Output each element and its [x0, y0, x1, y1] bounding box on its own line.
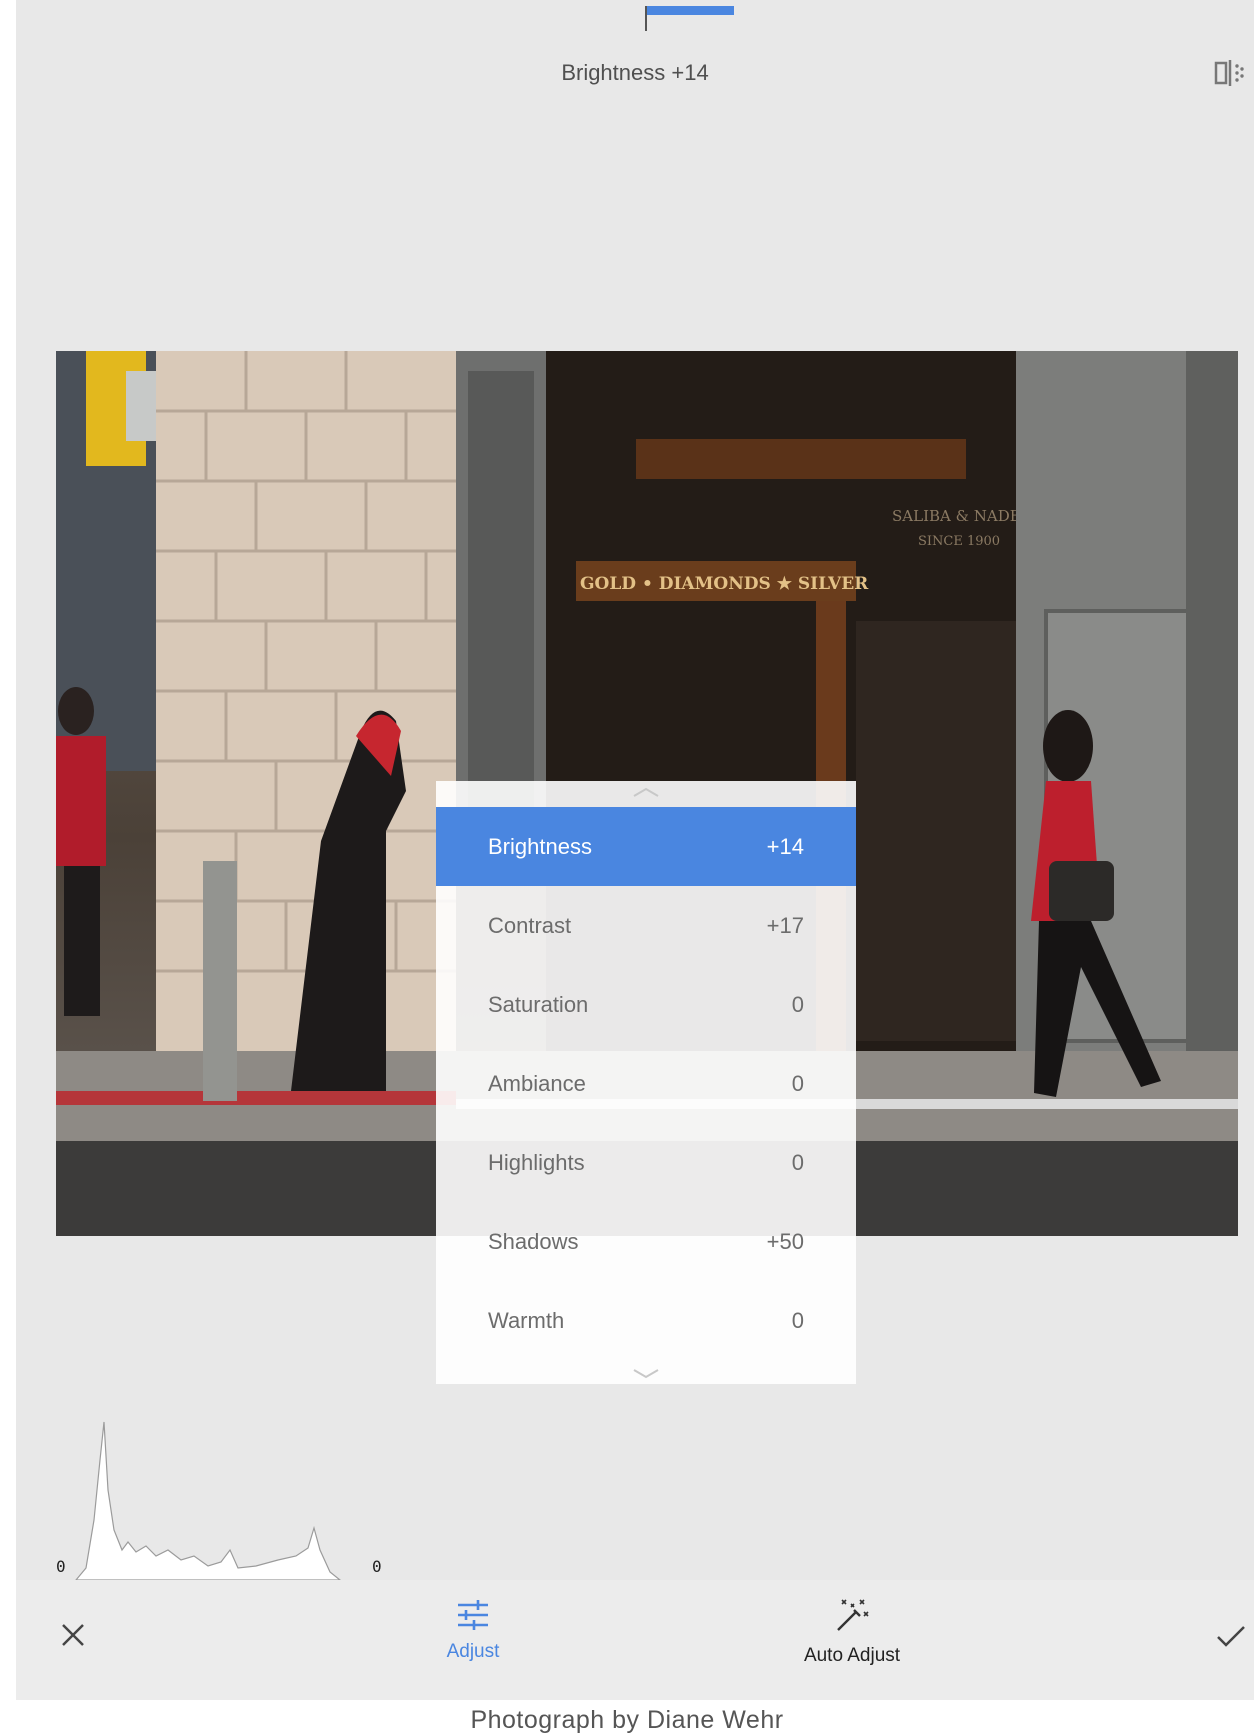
- slider-tick: [645, 6, 647, 31]
- adjust-label: Adjust: [446, 1641, 500, 1662]
- adjustment-title: Brightness +14: [561, 60, 709, 85]
- scroll-up-chevron-icon[interactable]: [436, 781, 856, 803]
- close-icon: [62, 1624, 84, 1646]
- store-name-text: SALIBA & NADER: [892, 507, 1033, 525]
- menu-item-label: Contrast: [488, 912, 572, 938]
- bottom-toolbar: Adjust Auto Adjust: [16, 1580, 1254, 1700]
- auto-adjust-button[interactable]: Auto Adjust: [782, 1598, 922, 1667]
- menu-item-warmth[interactable]: Warmth 0: [436, 1281, 856, 1360]
- histogram-curve: [74, 1421, 342, 1581]
- menu-item-value: 0: [791, 1149, 804, 1175]
- menu-item-label: Brightness: [488, 833, 592, 859]
- sliders-icon: [458, 1600, 488, 1630]
- histogram: 0 0: [16, 1400, 1254, 1581]
- adjust-tool-button[interactable]: Adjust: [418, 1600, 528, 1663]
- menu-item-label: Ambiance: [488, 1070, 586, 1096]
- menu-item-label: Shadows: [488, 1228, 579, 1254]
- compare-icon[interactable]: [1214, 58, 1246, 88]
- slider-position-indicator: [646, 6, 734, 15]
- menu-item-label: Highlights: [488, 1149, 585, 1175]
- magic-wand-icon: [837, 1599, 869, 1631]
- menu-item-saturation[interactable]: Saturation 0: [436, 965, 856, 1044]
- menu-item-label: Saturation: [488, 991, 589, 1017]
- scroll-down-chevron-icon[interactable]: [436, 1362, 856, 1384]
- histogram-left-label: 0: [56, 1557, 66, 1576]
- menu-item-value: 0: [791, 1307, 804, 1333]
- photo-credit: Photograph by Diane Wehr: [470, 1706, 784, 1734]
- menu-item-brightness[interactable]: Brightness +14: [436, 807, 856, 886]
- menu-item-highlights[interactable]: Highlights 0: [436, 1123, 856, 1202]
- histogram-right-label: 0: [372, 1557, 382, 1576]
- cancel-button[interactable]: [60, 1622, 86, 1653]
- menu-item-contrast[interactable]: Contrast +17: [436, 886, 856, 965]
- auto-adjust-label: Auto Adjust: [803, 1645, 901, 1666]
- menu-item-value: +50: [766, 1228, 804, 1254]
- menu-item-shadows[interactable]: Shadows +50: [436, 1202, 856, 1281]
- adjust-menu[interactable]: Brightness +14 Contrast +17 Saturation 0…: [436, 781, 856, 1384]
- menu-item-value: +17: [766, 912, 804, 938]
- menu-item-label: Warmth: [488, 1307, 565, 1333]
- editor-screen: Brightness +14 GOLD • DIAMONDS ★ SILVER …: [16, 0, 1254, 1700]
- menu-item-ambiance[interactable]: Ambiance 0: [436, 1044, 856, 1123]
- check-icon: [1217, 1626, 1245, 1647]
- apply-button[interactable]: [1216, 1624, 1246, 1653]
- store-since-text: SINCE 1900: [918, 534, 1000, 549]
- menu-item-value: 0: [791, 991, 804, 1017]
- menu-item-value: 0: [791, 1070, 804, 1096]
- store-sign-text: GOLD • DIAMONDS ★ SILVER: [580, 574, 869, 594]
- menu-item-value: +14: [766, 833, 804, 859]
